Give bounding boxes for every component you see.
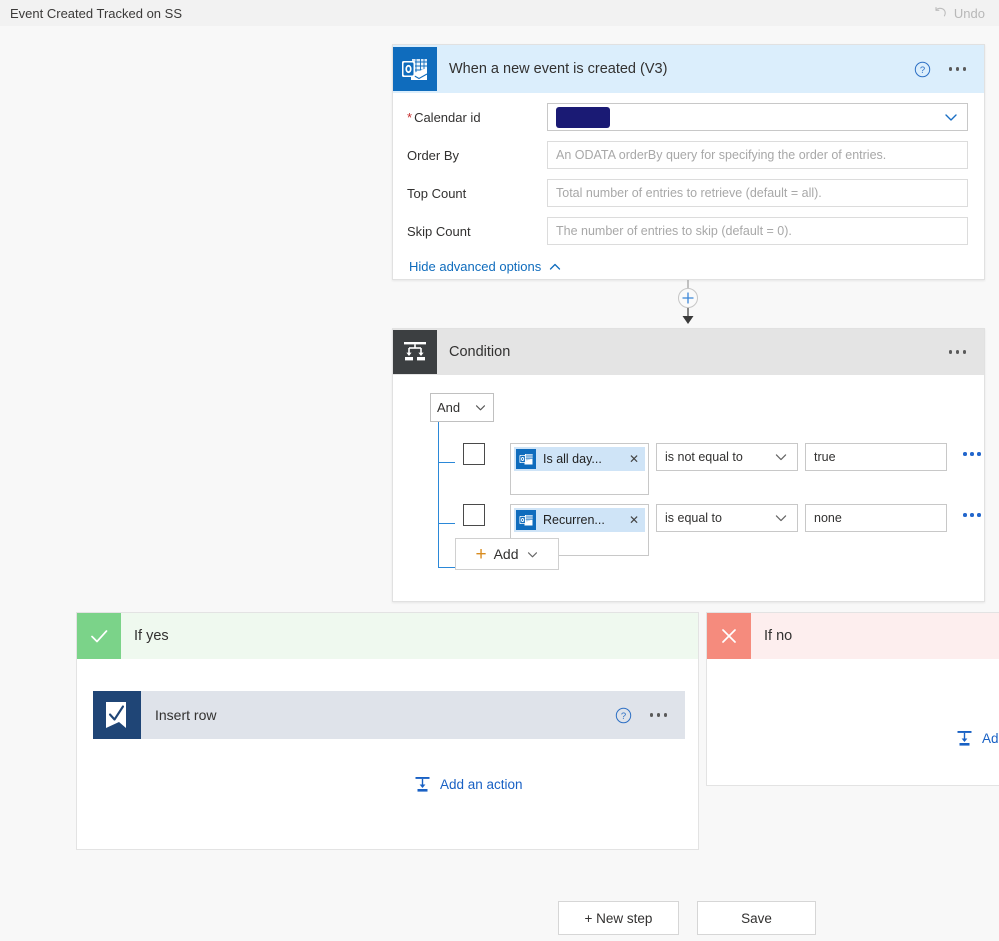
field-label-skip-count: Skip Count xyxy=(407,223,471,239)
trigger-body: * Calendar id Order By An ODATA orderBy q… xyxy=(393,93,984,274)
add-action-icon xyxy=(957,731,972,746)
field-calendar-id: * Calendar id xyxy=(407,103,968,131)
svg-text:?: ? xyxy=(919,65,924,76)
condition-bracket-line xyxy=(438,422,439,567)
branch-if-no-label: If no xyxy=(764,628,793,644)
field-order-by: Order By An ODATA orderBy query for spec… xyxy=(407,141,968,169)
field-label-order-by: Order By xyxy=(407,147,460,163)
trigger-more-menu[interactable] xyxy=(948,67,966,71)
chevron-down-icon xyxy=(775,515,787,522)
condition-row-more-menu[interactable] xyxy=(963,452,981,456)
condition-row-more-menu[interactable] xyxy=(963,513,981,517)
field-skip-count: Skip Count The number of entries to skip… xyxy=(407,217,968,245)
trigger-card-header[interactable]: When a new event is created (V3) ? xyxy=(393,45,984,93)
required-asterisk: * xyxy=(407,109,413,125)
condition-row-checkbox[interactable] xyxy=(463,504,485,526)
chevron-up-icon xyxy=(550,263,561,270)
undo-button[interactable]: Undo xyxy=(933,6,985,21)
field-label-top-count: Top Count xyxy=(407,185,467,201)
smartsheet-icon xyxy=(93,691,141,739)
dynamic-content-token[interactable]: Recurren... ✕ xyxy=(514,508,645,532)
branch-if-yes: If yes Insert row ? Add an action xyxy=(76,612,699,850)
logic-operator-value: And xyxy=(437,400,461,415)
branch-if-yes-body: Insert row ? Add an action xyxy=(77,659,698,849)
add-an-action-button[interactable]: Add an action xyxy=(413,775,523,794)
chevron-down-icon xyxy=(475,405,486,411)
undo-arrow-icon xyxy=(935,6,946,16)
calendar-id-dropdown[interactable] xyxy=(547,103,968,131)
hide-advanced-options-link[interactable]: Hide advanced options xyxy=(409,259,968,274)
add-an-action-button[interactable]: Add xyxy=(955,729,999,748)
help-circle-icon[interactable]: ? xyxy=(615,707,632,724)
condition-card-header[interactable]: Condition xyxy=(393,329,984,375)
redacted-value xyxy=(556,106,610,128)
add-condition-button[interactable]: + Add xyxy=(455,538,559,570)
condition-body: And Is all day... ✕ is not equal to true… xyxy=(393,375,984,603)
token-label: Recurren... xyxy=(543,513,605,527)
action-title: Insert row xyxy=(155,707,217,723)
branch-if-yes-header: If yes xyxy=(77,613,698,659)
top-count-input[interactable]: Total number of entries to retrieve (def… xyxy=(547,179,968,207)
branch-if-no-header: If no xyxy=(707,613,999,659)
chevron-down-icon xyxy=(775,454,787,461)
help-circle-icon[interactable]: ? xyxy=(914,61,931,78)
hide-advanced-options-label: Hide advanced options xyxy=(409,259,542,274)
action-more-menu[interactable] xyxy=(649,713,667,717)
add-an-action-label: Add xyxy=(982,731,999,746)
plus-icon: + xyxy=(475,543,487,565)
close-x-icon[interactable]: ✕ xyxy=(629,513,639,527)
flow-connector[interactable] xyxy=(668,280,708,330)
new-step-button[interactable]: + New step xyxy=(558,901,679,935)
outlook-calendar-icon xyxy=(516,449,536,469)
logic-operator-select[interactable]: And xyxy=(430,393,494,422)
operator-value: is not equal to xyxy=(665,450,743,464)
bracket-tick-row-1 xyxy=(438,462,455,463)
operator-value: is equal to xyxy=(665,511,722,525)
chevron-down-icon[interactable] xyxy=(943,109,959,125)
bracket-tick-add xyxy=(438,567,455,568)
add-condition-label: Add xyxy=(493,546,519,562)
save-button[interactable]: Save xyxy=(697,901,816,935)
svg-text:?: ? xyxy=(620,711,625,722)
token-label: Is all day... xyxy=(543,452,602,466)
order-by-input[interactable]: An ODATA orderBy query for specifying th… xyxy=(547,141,968,169)
condition-row-operator[interactable]: is not equal to xyxy=(656,443,798,471)
branch-if-yes-label: If yes xyxy=(134,628,169,644)
top-bar: Event Created Tracked on SS Undo xyxy=(0,0,999,26)
arrow-down-icon xyxy=(682,316,694,324)
condition-row-value[interactable]: none xyxy=(805,504,947,532)
undo-label: Undo xyxy=(953,5,985,21)
branch-if-no-body: Add xyxy=(707,659,999,785)
condition-row-value[interactable]: true xyxy=(805,443,947,471)
close-x-icon[interactable]: ✕ xyxy=(629,452,639,466)
field-label-calendar-id: * Calendar id xyxy=(407,109,481,125)
add-action-icon xyxy=(415,777,430,792)
outlook-calendar-icon xyxy=(393,47,437,91)
condition-branch-icon xyxy=(393,330,437,374)
trigger-title: When a new event is created (V3) xyxy=(449,61,668,77)
flow-title: Event Created Tracked on SS xyxy=(10,5,182,21)
condition-more-menu[interactable] xyxy=(948,350,966,354)
add-an-action-label: Add an action xyxy=(440,777,523,792)
checkmark-icon xyxy=(77,613,121,659)
condition-row-field[interactable]: Is all day... ✕ xyxy=(510,443,649,495)
condition-row-checkbox[interactable] xyxy=(463,443,485,465)
condition-row-operator[interactable]: is equal to xyxy=(656,504,798,532)
condition-title: Condition xyxy=(449,344,511,360)
dynamic-content-token[interactable]: Is all day... ✕ xyxy=(514,447,645,471)
action-card-insert-row[interactable]: Insert row ? xyxy=(93,691,685,739)
outlook-calendar-icon xyxy=(516,510,536,530)
close-x-icon xyxy=(707,613,751,659)
chevron-down-icon xyxy=(527,551,537,557)
trigger-card[interactable]: When a new event is created (V3) ? * Cale… xyxy=(392,44,985,280)
skip-count-input[interactable]: The number of entries to skip (default =… xyxy=(547,217,968,245)
condition-card[interactable]: Condition And Is all day... ✕ is not equ… xyxy=(392,328,985,602)
field-top-count: Top Count Total number of entries to ret… xyxy=(407,179,968,207)
condition-row: Is all day... ✕ is not equal to true xyxy=(463,443,981,495)
bracket-tick-row-2 xyxy=(438,523,455,524)
branch-if-no: If no Add xyxy=(706,612,999,786)
